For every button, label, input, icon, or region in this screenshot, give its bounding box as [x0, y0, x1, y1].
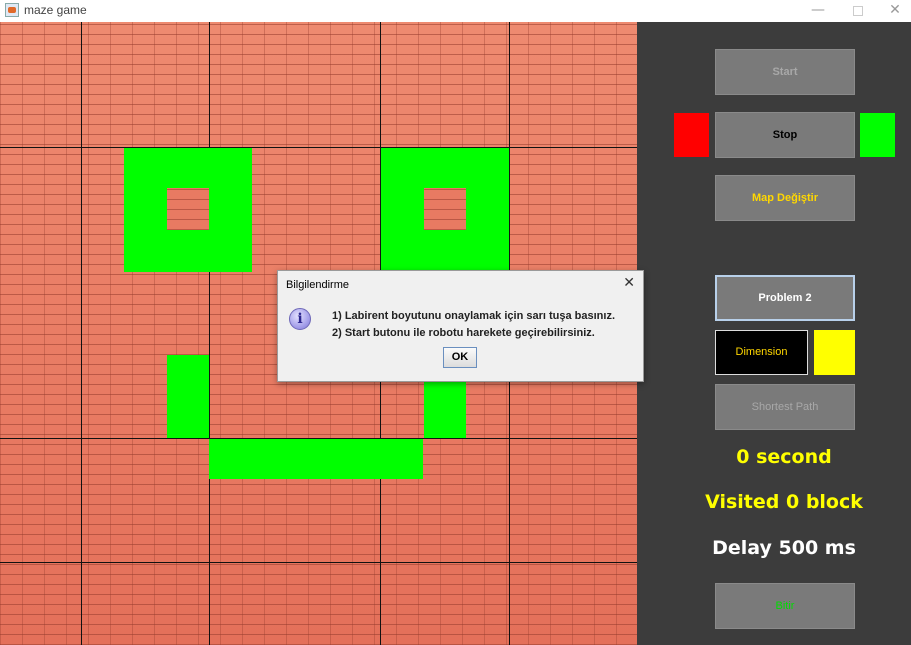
- dialog-message-line-2: 2) Start butonu ile robotu harekete geçi…: [332, 327, 595, 339]
- status-red-indicator: [674, 113, 709, 157]
- shortest-path-button[interactable]: Shortest Path: [715, 384, 855, 430]
- stop-button[interactable]: Stop: [715, 112, 855, 158]
- delay-display: Delay 500 ms: [712, 537, 856, 559]
- dimension-confirm-button[interactable]: [814, 330, 855, 375]
- dialog-close-button[interactable]: ✕: [623, 275, 635, 291]
- title-bar: maze game — ✕: [0, 0, 911, 22]
- dialog-message-line-1: 1) Labirent boyutunu onaylamak için sarı…: [332, 310, 616, 322]
- wall-cell: [424, 188, 466, 230]
- control-panel: Start Stop Map Değiştir Problem 2 Dimens…: [637, 22, 911, 645]
- path-cell-mouth-bottom: [209, 439, 423, 479]
- info-dialog: Bilgilendirme ✕ i 1) Labirent boyutunu o…: [277, 270, 644, 382]
- ok-button[interactable]: OK: [443, 347, 477, 368]
- grid-line: [0, 562, 637, 563]
- dimension-field[interactable]: Dimension: [715, 330, 808, 375]
- java-app-icon: [5, 3, 19, 17]
- grid-line: [0, 147, 637, 148]
- maximize-icon: [853, 6, 863, 16]
- window-close-button[interactable]: ✕: [877, 0, 911, 22]
- window-title: maze game: [24, 3, 87, 17]
- dialog-title: Bilgilendirme: [286, 279, 349, 291]
- wall-cell: [167, 188, 209, 230]
- start-button[interactable]: Start: [715, 49, 855, 95]
- time-display: 0 second: [736, 446, 832, 468]
- path-cell-mouth-left: [167, 355, 209, 438]
- status-green-indicator: [860, 113, 895, 157]
- minimize-button[interactable]: —: [800, 0, 836, 22]
- change-map-button[interactable]: Map Değiştir: [715, 175, 855, 221]
- problem-2-button[interactable]: Problem 2: [715, 275, 855, 321]
- grid-line: [81, 22, 82, 645]
- grid-line: [209, 22, 210, 645]
- info-icon: i: [289, 308, 311, 330]
- visited-display: Visited 0 block: [705, 491, 863, 513]
- finish-button[interactable]: Bitir: [715, 583, 855, 629]
- maximize-button[interactable]: [840, 0, 876, 22]
